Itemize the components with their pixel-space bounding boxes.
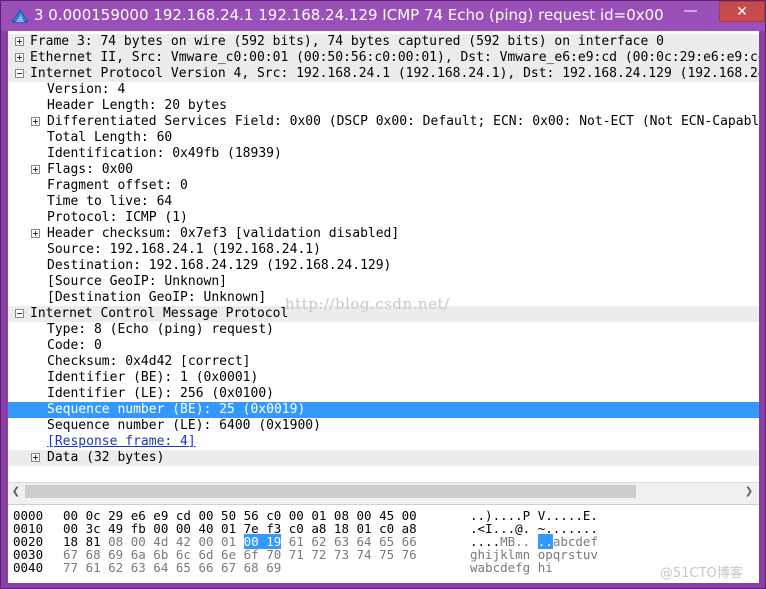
expand-plus-icon[interactable] bbox=[15, 53, 24, 62]
tree-row-label: Source: 192.168.24.1 (192.168.24.1) bbox=[47, 242, 321, 257]
expand-plus-icon[interactable] bbox=[15, 37, 24, 46]
tree-row-ip-ttl[interactable]: Time to live: 64 bbox=[8, 194, 759, 210]
tree-row-label: Time to live: 64 bbox=[47, 194, 173, 209]
scrollbar-thumb[interactable] bbox=[25, 485, 636, 498]
tree-row-label: Fragment offset: 0 bbox=[47, 178, 188, 193]
expand-plus-icon[interactable] bbox=[31, 165, 40, 174]
tree-row-label: Identification: 0x49fb (18939) bbox=[47, 146, 282, 161]
tree-row-icmp[interactable]: Internet Control Message Protocol bbox=[8, 306, 759, 322]
tree-row-dst-geoip[interactable]: [Destination GeoIP: Unknown] bbox=[8, 290, 759, 306]
tree-row-icmp-checksum[interactable]: Checksum: 0x4d42 [correct] bbox=[8, 354, 759, 370]
tree-row-icmp-identifier-le[interactable]: Identifier (LE): 256 (0x0100) bbox=[8, 386, 759, 402]
expand-plus-icon[interactable] bbox=[31, 229, 40, 238]
collapse-minus-icon[interactable] bbox=[15, 69, 24, 78]
collapse-minus-icon[interactable] bbox=[15, 309, 24, 318]
tree-row-data[interactable]: Data (32 bytes) bbox=[8, 450, 759, 466]
tree-row-icmp-seq-be-selected[interactable]: Sequence number (BE): 25 (0x0019) bbox=[8, 402, 759, 418]
tree-row-label: Sequence number (LE): 6400 (0x1900) bbox=[47, 418, 321, 433]
tree-row-response-frame[interactable]: [Response frame: 4] bbox=[8, 434, 759, 450]
expand-plus-icon[interactable] bbox=[31, 117, 40, 126]
tree-row-label: Header checksum: 0x7ef3 [validation disa… bbox=[47, 226, 400, 241]
tree-row-ip-flags[interactable]: Flags: 0x00 bbox=[8, 162, 759, 178]
tree-row-ip-fragment-offset[interactable]: Fragment offset: 0 bbox=[8, 178, 759, 194]
tree-row-icmp-code[interactable]: Code: 0 bbox=[8, 338, 759, 354]
tree-row-label: [Destination GeoIP: Unknown] bbox=[47, 290, 267, 305]
packet-bytes-pane[interactable]: 0000 00 0c 29 e6 e9 cd 00 50 56 c0 00 01… bbox=[8, 506, 759, 583]
tree-row-ip-source[interactable]: Source: 192.168.24.1 (192.168.24.1) bbox=[8, 242, 759, 258]
corner-watermark: @51CTO博客 bbox=[660, 566, 743, 581]
tree-row-ip-identification[interactable]: Identification: 0x49fb (18939) bbox=[8, 146, 759, 162]
hex-ascii: wabcdefg hi bbox=[470, 560, 553, 575]
window-title: 3 0.000159000 192.168.24.1 192.168.24.12… bbox=[34, 6, 664, 24]
tree-row-label: Type: 8 (Echo (ping) request) bbox=[47, 322, 274, 337]
tree-row-ip-checksum[interactable]: Header checksum: 0x7ef3 [validation disa… bbox=[8, 226, 759, 242]
packet-details-tree[interactable]: Frame 3: 74 bytes on wire (592 bits), 74… bbox=[8, 31, 759, 482]
tree-row-label: Internet Protocol Version 4, Src: 192.16… bbox=[30, 66, 759, 81]
expand-plus-icon[interactable] bbox=[31, 453, 40, 462]
tree-row-src-geoip[interactable]: [Source GeoIP: Unknown] bbox=[8, 274, 759, 290]
hex-bytes: 77 61 62 63 64 65 66 67 68 69 bbox=[63, 560, 282, 575]
tree-row-label: Destination: 192.168.24.129 (192.168.24.… bbox=[47, 258, 392, 273]
tree-row-label: Data (32 bytes) bbox=[47, 450, 165, 465]
close-button[interactable]: ✕ bbox=[719, 1, 765, 22]
response-frame-link[interactable]: [Response frame: 4] bbox=[47, 434, 196, 450]
tree-row-ip-protocol[interactable]: Protocol: ICMP (1) bbox=[8, 210, 759, 226]
tree-row-icmp-identifier-be[interactable]: Identifier (BE): 1 (0x0001) bbox=[8, 370, 759, 386]
tree-row-label: Protocol: ICMP (1) bbox=[47, 210, 188, 225]
minimize-button[interactable]: — bbox=[677, 3, 704, 24]
tree-row-ethernet[interactable]: Ethernet II, Src: Vmware_c0:00:01 (00:50… bbox=[8, 50, 759, 66]
tree-row-frame[interactable]: Frame 3: 74 bytes on wire (592 bits), 74… bbox=[8, 34, 759, 50]
tree-row-ipv4[interactable]: Internet Protocol Version 4, Src: 192.16… bbox=[8, 66, 759, 82]
tree-row-label: Ethernet II, Src: Vmware_c0:00:01 (00:50… bbox=[30, 50, 759, 65]
tree-row-ip-destination[interactable]: Destination: 192.168.24.129 (192.168.24.… bbox=[8, 258, 759, 274]
tree-row-icmp-type[interactable]: Type: 8 (Echo (ping) request) bbox=[8, 322, 759, 338]
tree-row-label: Total Length: 60 bbox=[47, 130, 173, 145]
tree-row-label: Internet Control Message Protocol bbox=[30, 306, 289, 321]
tree-row-icmp-seq-le[interactable]: Sequence number (LE): 6400 (0x1900) bbox=[8, 418, 759, 434]
tree-row-label: Checksum: 0x4d42 [correct] bbox=[47, 354, 251, 369]
wireshark-packet-window: 3 0.000159000 192.168.24.1 192.168.24.12… bbox=[0, 0, 766, 589]
tree-row-ip-header-length[interactable]: Header Length: 20 bytes bbox=[8, 98, 759, 114]
tree-row-label: Version: 4 bbox=[47, 82, 126, 97]
tree-row-label: Code: 0 bbox=[47, 338, 102, 353]
tree-row-label: Frame 3: 74 bytes on wire (592 bits), 74… bbox=[30, 34, 664, 49]
tree-row-label: [Source GeoIP: Unknown] bbox=[47, 274, 228, 289]
wireshark-fin-icon bbox=[11, 9, 29, 23]
tree-row-label: Flags: 0x00 bbox=[47, 162, 134, 177]
window-client-area: Frame 3: 74 bytes on wire (592 bits), 74… bbox=[8, 31, 759, 583]
tree-row-ip-version[interactable]: Version: 4 bbox=[8, 82, 759, 98]
scroll-right-icon[interactable]: ❯ bbox=[741, 484, 757, 499]
hex-offset: 0040 bbox=[13, 560, 44, 575]
horizontal-scrollbar[interactable]: ❮ ❯ bbox=[8, 482, 759, 499]
tree-row-label: Header Length: 20 bytes bbox=[47, 98, 228, 113]
tree-row-label: Identifier (BE): 1 (0x0001) bbox=[47, 370, 259, 385]
pane-splitter[interactable] bbox=[8, 499, 759, 505]
tree-row-label: Identifier (LE): 256 (0x0100) bbox=[47, 386, 274, 401]
tree-row-ip-dsfield[interactable]: Differentiated Services Field: 0x00 (DSC… bbox=[8, 114, 759, 130]
scroll-left-icon[interactable]: ❮ bbox=[8, 484, 24, 499]
tree-row-label: Differentiated Services Field: 0x00 (DSC… bbox=[47, 114, 759, 129]
title-bar[interactable]: 3 0.000159000 192.168.24.1 192.168.24.12… bbox=[1, 1, 765, 31]
tree-row-ip-total-length[interactable]: Total Length: 60 bbox=[8, 130, 759, 146]
tree-row-label: Sequence number (BE): 25 (0x0019) bbox=[47, 402, 306, 417]
